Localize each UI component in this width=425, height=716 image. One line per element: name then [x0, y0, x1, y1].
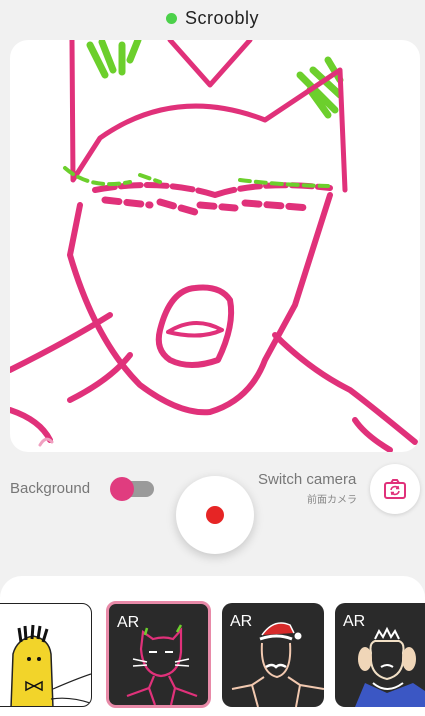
app-title: Scroobly — [184, 7, 260, 28]
switch-camera-sublabel: 前面カメラ — [307, 495, 357, 506]
camera-switch-icon — [384, 479, 406, 499]
header: Scroobly — [0, 0, 425, 36]
camera-preview — [10, 40, 420, 452]
filter-thumb-cat[interactable]: AR — [106, 601, 211, 708]
filter-thumb-bowtie[interactable] — [0, 603, 92, 707]
switch-camera-label: Switch camera — [258, 471, 357, 488]
bowtie-character-art — [10, 624, 91, 706]
cat-face-drawing — [10, 40, 418, 452]
filter-tray: AR AR AR — [0, 576, 425, 716]
filter-ar-label: AR — [230, 613, 253, 630]
filter-ar-label: AR — [343, 613, 366, 630]
filter-thumb-tiara[interactable]: AR — [335, 603, 425, 707]
background-toggle[interactable] — [110, 477, 154, 501]
switch-camera-button[interactable] — [370, 464, 420, 514]
filter-thumb-santa[interactable]: AR — [222, 603, 324, 707]
toggle-knob — [110, 477, 134, 501]
background-label: Background — [10, 480, 91, 497]
status-dot — [165, 12, 177, 24]
record-icon — [206, 506, 224, 524]
record-button[interactable] — [176, 476, 254, 554]
filter-ar-label: AR — [117, 614, 140, 631]
